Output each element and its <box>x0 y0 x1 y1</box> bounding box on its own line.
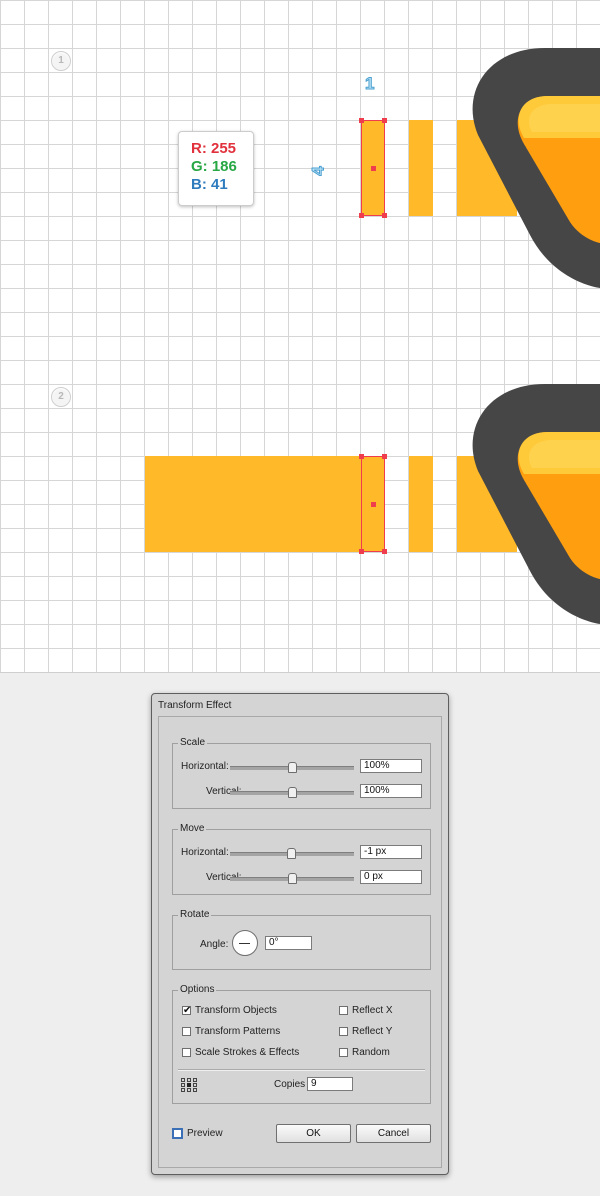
angle-dial[interactable] <box>232 930 258 956</box>
reference-point-icon[interactable] <box>181 1078 197 1092</box>
transform-patterns-checkbox[interactable] <box>182 1027 191 1036</box>
copies-label: Copies <box>274 1079 306 1090</box>
options-divider <box>178 1069 425 1071</box>
rotate-legend: Rotate <box>178 909 212 920</box>
dialog-body: Scale Horizontal: 100% Vertical: 100% Mo… <box>158 716 442 1168</box>
angle-label: Angle: <box>200 939 229 950</box>
move-group: Move Horizontal: -1 px Vertical: 0 px <box>172 823 431 895</box>
rotate-group: Rotate Angle: 0° <box>172 909 431 970</box>
move-horizontal-label: Horizontal: <box>181 847 229 858</box>
move-legend: Move <box>178 823 207 834</box>
scale-vertical-input[interactable]: 100% <box>360 784 422 798</box>
artboard-step-1: 1 R: 255 G: 186 B: 41 1 4 <box>0 0 600 336</box>
reflect-x-label: Reflect X <box>352 1005 393 1016</box>
scale-horizontal-label: Horizontal: <box>181 761 229 772</box>
scale-horizontal-input[interactable]: 100% <box>360 759 422 773</box>
reflect-y-label: Reflect Y <box>352 1026 393 1037</box>
transform-objects-checkbox[interactable]: ✔ <box>182 1006 191 1016</box>
copies-input[interactable]: 9 <box>307 1077 353 1091</box>
slider-thumb[interactable] <box>288 873 297 884</box>
cancel-button[interactable]: Cancel <box>356 1124 431 1143</box>
reflect-y-checkbox[interactable] <box>339 1027 348 1036</box>
move-vertical-slider[interactable] <box>230 873 354 884</box>
scale-strokes-checkbox[interactable] <box>182 1048 191 1057</box>
scale-vertical-slider[interactable] <box>230 787 354 798</box>
play-button-shape <box>472 384 600 624</box>
move-horizontal-slider[interactable] <box>230 848 354 859</box>
dialog-title: Transform Effect <box>158 700 232 711</box>
move-vertical-input[interactable]: 0 px <box>360 870 422 884</box>
options-group: Options ✔ Transform Objects Transform Pa… <box>172 984 431 1104</box>
slider-thumb[interactable] <box>288 762 297 773</box>
random-checkbox[interactable] <box>339 1048 348 1057</box>
orange-shape-highlight <box>528 440 600 468</box>
random-label: Random <box>352 1047 390 1058</box>
orange-shape-highlight <box>528 104 600 132</box>
preview-checkbox[interactable] <box>172 1128 183 1139</box>
artboard-step-2: 2 <box>0 336 600 673</box>
slider-thumb[interactable] <box>288 787 297 798</box>
scale-strokes-label: Scale Strokes & Effects <box>195 1047 300 1058</box>
preview-label: Preview <box>187 1128 223 1139</box>
transform-objects-label: Transform Objects <box>195 1005 277 1016</box>
ok-button[interactable]: OK <box>276 1124 351 1143</box>
scale-group: Scale Horizontal: 100% Vertical: 100% <box>172 737 431 809</box>
transform-patterns-label: Transform Patterns <box>195 1026 281 1037</box>
slider-thumb[interactable] <box>287 848 296 859</box>
angle-input[interactable]: 0° <box>265 936 312 950</box>
move-horizontal-input[interactable]: -1 px <box>360 845 422 859</box>
angle-dial-needle <box>239 943 250 944</box>
reflect-x-checkbox[interactable] <box>339 1006 348 1015</box>
transform-effect-dialog: Transform Effect Scale Horizontal: 100% … <box>151 693 449 1175</box>
scale-horizontal-slider[interactable] <box>230 762 354 773</box>
scale-legend: Scale <box>178 737 208 748</box>
options-legend: Options <box>178 984 217 995</box>
play-button-shape <box>472 48 600 288</box>
